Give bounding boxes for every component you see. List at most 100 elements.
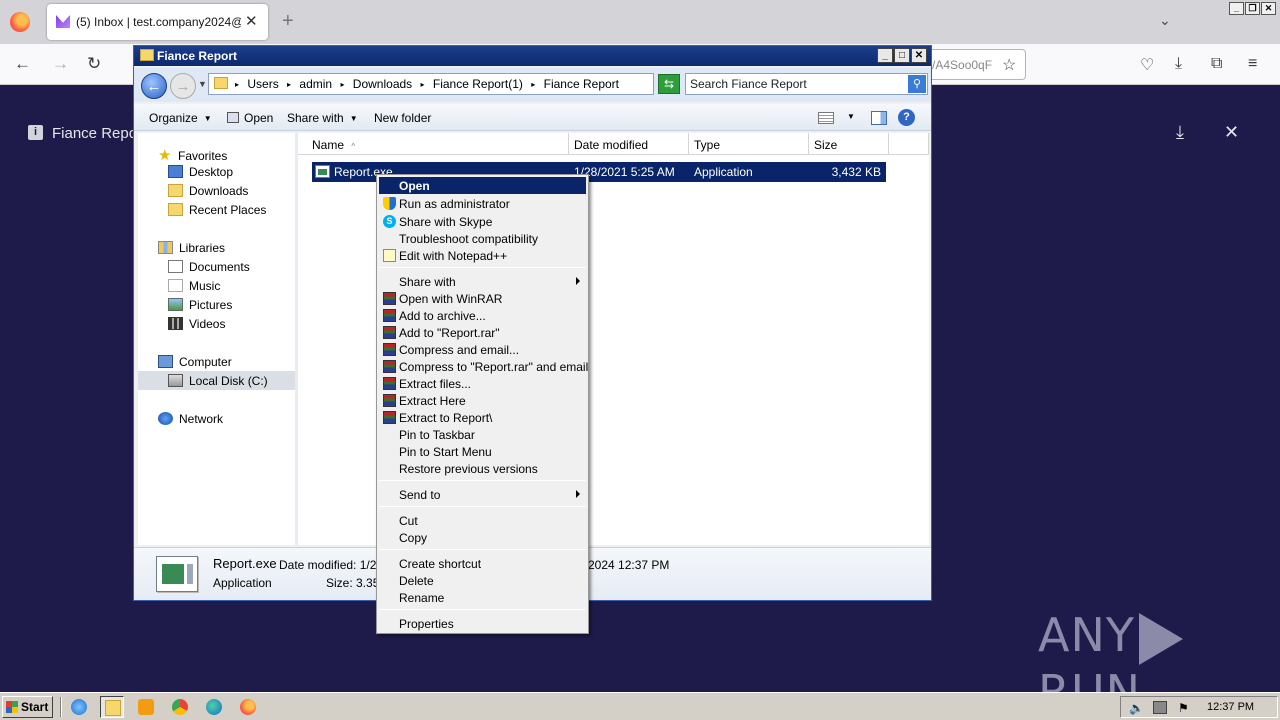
list-all-tabs-icon[interactable]: ⌄	[1159, 12, 1171, 29]
open-button[interactable]: Open	[227, 111, 273, 125]
menu-hamburger-icon[interactable]: ≡	[1248, 55, 1257, 73]
nav-downloads[interactable]: Downloads	[168, 184, 248, 198]
menu-item-extract-to-report[interactable]: Extract to Report\	[379, 409, 586, 426]
breadcrumb-users[interactable]: Users	[247, 77, 278, 91]
vm-restore-button[interactable]: ❐	[1245, 2, 1260, 15]
nav-videos[interactable]: Videos	[168, 317, 225, 331]
clock[interactable]: 12:37 PM	[1207, 701, 1254, 713]
nav-favorites[interactable]: ★ Favorites	[158, 146, 227, 164]
menu-item-share-with[interactable]: Share with	[379, 273, 586, 290]
vm-minimize-button[interactable]: _	[1229, 2, 1244, 15]
nav-network[interactable]: Network	[158, 412, 223, 426]
taskbar-explorer[interactable]	[100, 696, 124, 718]
nav-desktop[interactable]: Desktop	[168, 165, 233, 179]
menu-item-restore-previous-versions[interactable]: Restore previous versions	[379, 460, 586, 477]
column-header-type[interactable]: Type	[689, 133, 809, 155]
nav-local-disk[interactable]: Local Disk (C:)	[138, 371, 295, 390]
menu-item-pin-to-start-menu[interactable]: Pin to Start Menu	[379, 443, 586, 460]
start-button[interactable]: Start	[2, 696, 53, 718]
menu-item-copy[interactable]: Copy	[379, 529, 586, 546]
close-viewer-icon[interactable]: ✕	[1224, 122, 1239, 143]
menu-item-open[interactable]: Open	[379, 177, 586, 194]
share-with-button[interactable]: Share with ▼	[287, 111, 358, 125]
explorer-title-bar[interactable]: Fiance Report _ □ ✕	[134, 46, 931, 66]
url-bar[interactable]: /A4Soo0qF ☆	[928, 49, 1026, 80]
tab-close-icon[interactable]: ✕	[245, 12, 258, 30]
new-tab-button[interactable]: +	[282, 10, 294, 33]
menu-item-compress-and-email[interactable]: Compress and email...	[379, 341, 586, 358]
menu-item-edit-notepadpp[interactable]: Edit with Notepad++	[379, 247, 586, 264]
nav-computer[interactable]: Computer	[158, 355, 232, 369]
menu-item-send-to[interactable]: Send to	[379, 486, 586, 503]
refresh-icon[interactable]: ⇆	[658, 74, 680, 94]
bookmark-star-icon[interactable]: ☆	[1002, 55, 1016, 75]
nav-recent-places[interactable]: Recent Places	[168, 203, 266, 217]
volume-icon[interactable]: 🔈	[1129, 701, 1144, 715]
action-center-flag-icon[interactable]: ⚑	[1178, 701, 1192, 715]
breadcrumb-downloads[interactable]: Downloads	[353, 77, 412, 91]
maximize-button[interactable]: □	[894, 48, 910, 63]
chevron-right-icon[interactable]: ▸	[421, 80, 425, 89]
pocket-icon[interactable]: ♡	[1140, 55, 1154, 75]
menu-item-compress-rar-email[interactable]: Compress to "Report.rar" and email	[379, 358, 588, 375]
nav-pictures[interactable]: Pictures	[168, 298, 232, 312]
nav-libraries[interactable]: Libraries	[158, 241, 225, 255]
network-tray-icon[interactable]	[1153, 701, 1167, 714]
firefox-icon[interactable]	[10, 12, 30, 32]
menu-item-extract-files[interactable]: Extract files...	[379, 375, 586, 392]
downloads-icon[interactable]: ⤓	[1175, 55, 1182, 73]
taskbar-edge[interactable]	[202, 696, 226, 718]
menu-item-run-as-administrator[interactable]: Run as administrator	[379, 195, 586, 212]
menu-item-create-shortcut[interactable]: Create shortcut	[379, 555, 586, 572]
close-button[interactable]: ✕	[911, 48, 927, 63]
column-header-name[interactable]: Name ^	[298, 133, 569, 155]
taskbar-chrome[interactable]	[168, 696, 192, 718]
breadcrumb-fiance-report[interactable]: Fiance Report	[544, 77, 619, 91]
vm-close-button[interactable]: ✕	[1261, 2, 1276, 15]
organize-button[interactable]: Organize ▼	[149, 111, 212, 125]
forward-arrow-icon[interactable]: →	[52, 54, 69, 74]
history-dropdown-icon[interactable]: ▼	[198, 79, 207, 89]
view-dropdown-icon[interactable]: ▼	[847, 112, 855, 121]
back-arrow-icon[interactable]: ←	[14, 54, 31, 74]
menu-item-troubleshoot[interactable]: Troubleshoot compatibility	[379, 230, 586, 247]
chevron-right-icon[interactable]: ▸	[235, 80, 239, 89]
extensions-icon[interactable]: ⧉	[1211, 55, 1222, 73]
new-folder-button[interactable]: New folder	[374, 111, 431, 125]
address-bar[interactable]: ▸ Users ▸ admin ▸ Downloads ▸ Fiance Rep…	[208, 73, 720, 95]
menu-item-add-to-report-rar[interactable]: Add to "Report.rar"	[379, 324, 586, 341]
column-header-size[interactable]: Size	[809, 133, 889, 155]
nav-music[interactable]: Music	[168, 279, 220, 293]
change-view-icon[interactable]	[818, 112, 834, 124]
back-button[interactable]: ←	[141, 73, 167, 99]
chevron-right-icon[interactable]: ▸	[531, 80, 535, 89]
browser-tab-inbox[interactable]: (5) Inbox | test.company2024@pr ✕	[47, 4, 268, 40]
menu-item-share-with-skype[interactable]: S Share with Skype	[379, 213, 586, 230]
search-icon[interactable]: ⚲	[908, 75, 926, 93]
taskbar-ie[interactable]	[67, 696, 91, 718]
column-header-date[interactable]: Date modified	[569, 133, 689, 155]
chevron-right-icon[interactable]: ▸	[340, 80, 344, 89]
minimize-button[interactable]: _	[877, 48, 893, 63]
search-input[interactable]	[690, 76, 902, 92]
menu-item-extract-here[interactable]: Extract Here	[379, 392, 586, 409]
reload-icon[interactable]: ↻	[87, 54, 101, 74]
nav-documents[interactable]: Documents	[168, 260, 250, 274]
menu-item-rename[interactable]: Rename	[379, 589, 586, 606]
menu-item-open-with-winrar[interactable]: Open with WinRAR	[379, 290, 586, 307]
forward-button[interactable]: →	[170, 73, 196, 99]
menu-item-delete[interactable]: Delete	[379, 572, 586, 589]
menu-item-properties[interactable]: Properties	[379, 615, 586, 632]
help-icon[interactable]: ?	[898, 109, 915, 126]
download-icon[interactable]: ⤓	[1176, 122, 1184, 143]
taskbar-media-player[interactable]	[134, 696, 158, 718]
chevron-right-icon[interactable]: ▸	[287, 80, 291, 89]
preview-pane-icon[interactable]	[871, 111, 887, 125]
breadcrumb-admin[interactable]: admin	[299, 77, 332, 91]
info-icon[interactable]: i	[28, 125, 43, 140]
menu-item-pin-to-taskbar[interactable]: Pin to Taskbar	[379, 426, 586, 443]
breadcrumb-fiance-report-1[interactable]: Fiance Report(1)	[433, 77, 523, 91]
menu-item-add-to-archive[interactable]: Add to archive...	[379, 307, 586, 324]
menu-item-cut[interactable]: Cut	[379, 512, 586, 529]
taskbar-firefox[interactable]	[236, 696, 260, 718]
